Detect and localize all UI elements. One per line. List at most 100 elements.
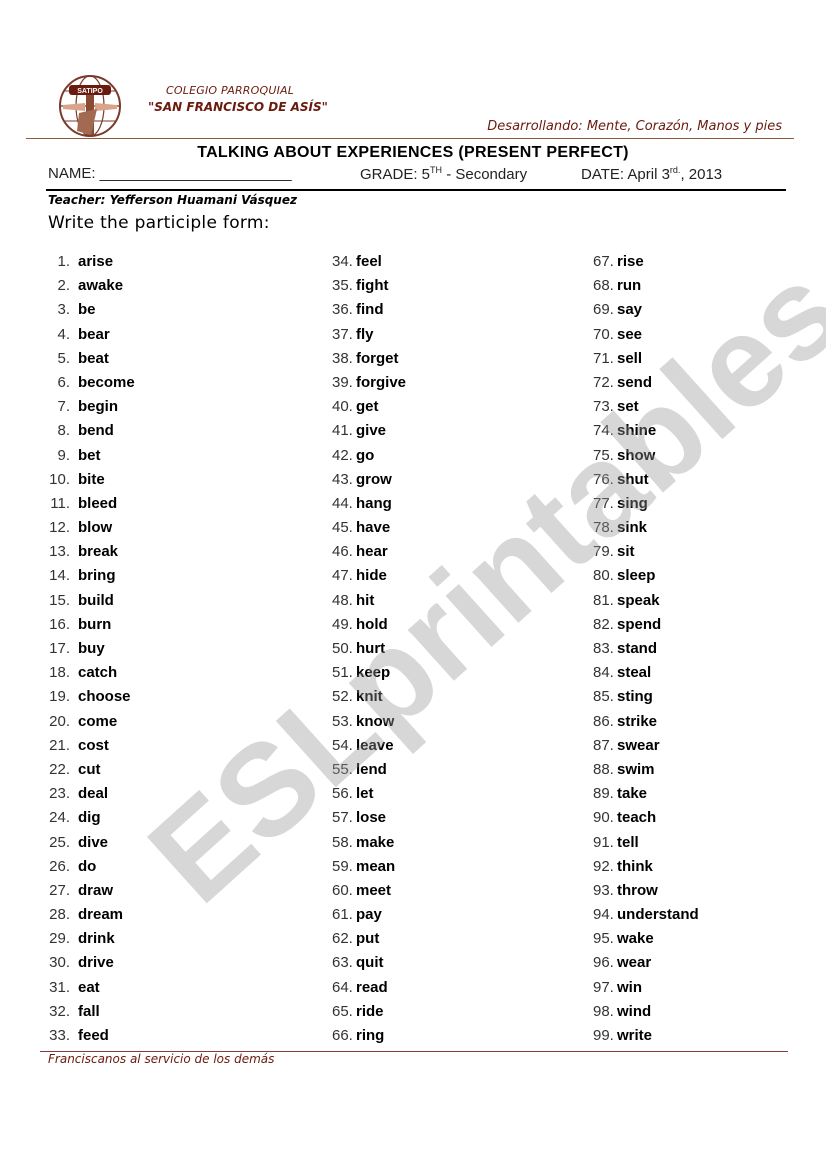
verb-item: 49. hold: [332, 615, 406, 639]
verb-word: understand: [617, 906, 699, 924]
verb-item: 80. sleep: [593, 566, 699, 590]
verb-word: spend: [617, 615, 662, 633]
verb-number: 45.: [332, 519, 353, 537]
verb-number: 8.: [57, 422, 70, 440]
verb-word: get: [356, 398, 379, 416]
verb-word: speak: [617, 591, 660, 609]
verb-number: 55.: [332, 760, 353, 778]
verb-item: 21. cost: [44, 736, 135, 760]
verb-number: 56.: [332, 785, 353, 803]
verb-word: throw: [617, 881, 658, 899]
verb-word: set: [617, 398, 639, 416]
verb-number: 39.: [332, 373, 353, 391]
verb-word: know: [356, 712, 395, 730]
verb-number: 80.: [593, 567, 614, 585]
verb-item: 55. lend: [332, 760, 406, 784]
verb-word: eat: [78, 978, 100, 996]
verb-item: 27. draw: [44, 881, 135, 905]
verb-number: 70.: [593, 325, 614, 343]
verb-word: steal: [617, 664, 652, 682]
globe-cross-icon: SATIPO: [59, 75, 121, 137]
verb-item: 39. forgive: [332, 373, 406, 397]
verb-word: bear: [78, 325, 110, 343]
verb-word: write: [617, 1027, 653, 1044]
verb-item: 46. hear: [332, 542, 406, 566]
verb-item: 90. teach: [593, 808, 699, 832]
verb-item: 32. fall: [44, 1002, 135, 1026]
verb-item: 66. ring: [332, 1026, 406, 1050]
verb-number: 78.: [593, 519, 614, 537]
verb-word: draw: [78, 881, 114, 899]
verb-number: 79.: [593, 543, 614, 561]
verb-word: mean: [356, 857, 396, 875]
verb-item: 92. think: [593, 857, 699, 881]
verb-word: hit: [356, 591, 375, 609]
verb-number: 95.: [593, 930, 614, 948]
verb-word: take: [617, 785, 648, 803]
verb-word: feel: [356, 253, 382, 270]
verb-word: cut: [78, 760, 101, 778]
verb-word: fly: [356, 325, 374, 343]
svg-text:SATIPO: SATIPO: [77, 88, 103, 95]
teacher-name: Teacher: Yefferson Huamani Vásquez: [48, 193, 297, 207]
verb-number: 64.: [332, 978, 353, 996]
verb-word: hurt: [356, 640, 386, 657]
verb-number: 2.: [57, 277, 70, 295]
verb-number: 23.: [49, 785, 70, 803]
verb-item: 83. stand: [593, 639, 699, 663]
verb-word: give: [356, 422, 387, 440]
verb-word: wind: [617, 1002, 652, 1020]
name-field[interactable]: NAME: _______________________: [48, 165, 292, 182]
verb-word: sting: [617, 688, 653, 706]
verb-number: 5.: [57, 349, 70, 367]
verb-item: 23. deal: [44, 784, 135, 808]
verb-number: 6.: [57, 373, 70, 391]
verb-item: 14. bring: [44, 566, 135, 590]
verb-item: 3. be: [44, 300, 135, 324]
verb-word: beat: [78, 349, 109, 367]
grade-sup: TH: [430, 165, 443, 175]
verb-word: drink: [78, 930, 115, 948]
verb-number: 15.: [49, 591, 70, 609]
verb-item: 81. speak: [593, 591, 699, 615]
instruction: Write the participle form:: [48, 213, 270, 233]
verb-item: 72. send: [593, 373, 699, 397]
verb-number: 48.: [332, 591, 353, 609]
verb-word: win: [617, 978, 642, 996]
verb-word: let: [356, 785, 374, 803]
verb-number: 69.: [593, 301, 614, 319]
verb-word: sleep: [617, 567, 656, 585]
verb-column-1: 1. arise 2. awake 3. be 4. bear 5. beat 6. become 7.…: [44, 252, 135, 1050]
verb-item: 59. mean: [332, 857, 406, 881]
verb-item: 36. find: [332, 300, 406, 324]
verb-item: 17. buy: [44, 639, 135, 663]
grade-field: GRADE: 5TH - Secondary: [360, 165, 527, 183]
verb-number: 53.: [332, 712, 353, 730]
verb-item: 40. get: [332, 397, 406, 421]
verb-number: 16.: [49, 615, 70, 633]
verb-word: sing: [617, 494, 648, 512]
verb-number: 9.: [57, 446, 70, 464]
verb-item: 50. hurt: [332, 639, 406, 663]
verb-item: 22. cut: [44, 760, 135, 784]
verb-number: 65.: [332, 1002, 353, 1020]
verb-item: 43. grow: [332, 470, 406, 494]
verb-item: 85. sting: [593, 687, 699, 711]
verb-column-3: 67. rise 68. run 69. say 70. see 71. sell 72. send 7…: [593, 252, 699, 1050]
verb-item: 42. go: [332, 446, 406, 470]
verb-word: strike: [617, 712, 658, 730]
verb-number: 22.: [49, 760, 70, 778]
verb-item: 29. drink: [44, 929, 135, 953]
verb-item: 44. hang: [332, 494, 406, 518]
verb-item: 93. throw: [593, 881, 699, 905]
verb-word: say: [617, 301, 643, 319]
verb-word: become: [78, 373, 135, 391]
verb-number: 63.: [332, 954, 353, 972]
verb-item: 62. put: [332, 929, 406, 953]
verb-number: 28.: [49, 906, 70, 924]
verb-item: 48. hit: [332, 591, 406, 615]
verb-number: 37.: [332, 325, 353, 343]
verb-item: 56. let: [332, 784, 406, 808]
verb-number: 90.: [593, 809, 614, 827]
verb-number: 12.: [49, 519, 70, 537]
